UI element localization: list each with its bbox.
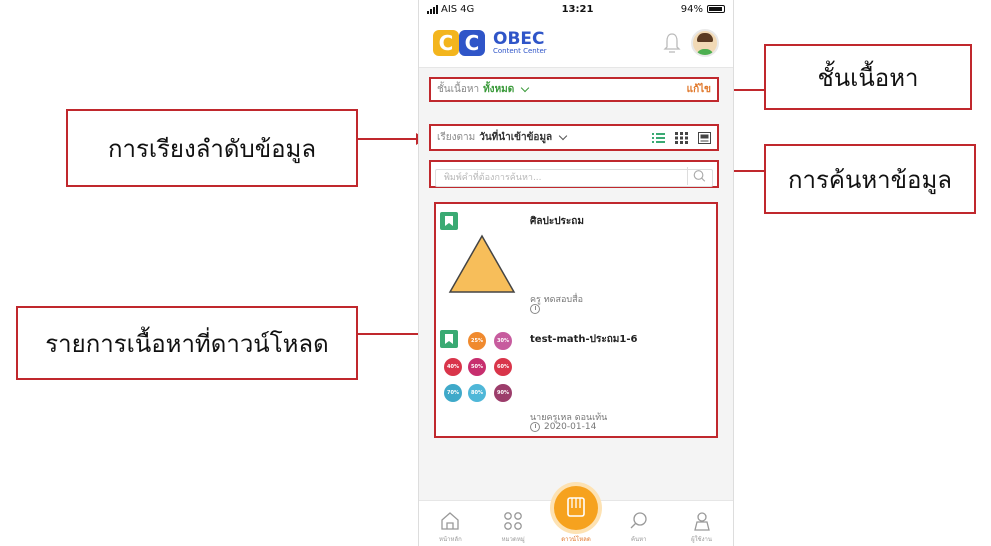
callout-level: ชั้นเนื้อหา [764, 44, 972, 110]
bookmark-icon[interactable] [440, 330, 458, 348]
item-title: ศิลปะประถม [530, 216, 584, 227]
clock-time: 13:21 [561, 3, 594, 15]
list-view-icon[interactable] [652, 132, 665, 144]
user-icon [693, 512, 710, 531]
home-icon [441, 512, 460, 530]
percent-bubble: 25% [468, 332, 486, 350]
level-value[interactable]: ทั้งหมด [483, 82, 514, 97]
item-thumbnail: 25% 30% 40% 50% 60% 70% 80% 90% [440, 330, 520, 416]
status-bar: AIS 4G 13:21 94% [419, 0, 733, 18]
logo-subtitle: Content Center [493, 46, 547, 55]
callout-level-label: ชั้นเนื้อหา [817, 63, 919, 92]
callout-sort: การเรียงลำดับข้อมูล [66, 109, 358, 187]
tab-categories[interactable]: หมวดหมู่ [490, 511, 536, 544]
carrier: AIS [441, 3, 458, 15]
battery-percent: 94% [680, 3, 703, 15]
sort-row[interactable]: เรียงตาม วันที่นำเข้าข้อมูล [429, 124, 719, 151]
percent-bubble: 90% [494, 384, 512, 402]
item-thumbnail [440, 212, 520, 298]
signal-icon [427, 4, 438, 14]
callout-downloads: รายการเนื้อหาที่ดาวน์โหลด [16, 306, 358, 380]
percent-bubble: 30% [494, 332, 512, 350]
tab-label: ดาวน์โหลด [561, 536, 591, 543]
logo-mark-c1: C [433, 29, 459, 56]
clock-icon [530, 422, 540, 432]
callout-sort-arrow [358, 133, 426, 145]
network-type: 4G [460, 3, 475, 15]
app-header: C C OBEC Content Center [419, 18, 733, 68]
chevron-down-icon [558, 131, 568, 141]
tab-label: หมวดหมู่ [501, 536, 525, 543]
list-item[interactable]: 25% 30% 40% 50% 60% 70% 80% 90% test-mat… [436, 324, 716, 438]
callout-sort-label: การเรียงลำดับข้อมูล [107, 134, 317, 163]
percent-bubble: 60% [494, 358, 512, 376]
percent-bubble: 70% [444, 384, 462, 402]
tab-profile[interactable]: ผู้ใช้งาน [679, 511, 725, 544]
logo-title: OBEC [493, 28, 545, 49]
callout-search: การค้นหาข้อมูล [764, 144, 976, 214]
list-item[interactable]: ศิลปะประถม ครู ทดสอบสื่อ [436, 206, 716, 320]
battery-icon [707, 5, 725, 13]
phone-screen: AIS 4G 13:21 94% C C OBEC Content Center… [418, 0, 734, 546]
percent-bubble: 50% [468, 358, 486, 376]
item-title: test-math-ประถม1-6 [530, 334, 638, 345]
bookmark-icon[interactable] [440, 212, 458, 230]
bell-icon[interactable] [663, 32, 681, 54]
avatar[interactable] [691, 28, 719, 57]
tab-label: หน้าหลัก [439, 536, 462, 543]
search-icon [630, 512, 647, 529]
app-logo[interactable]: C C OBEC Content Center [433, 28, 547, 56]
callout-downloads-label: รายการเนื้อหาที่ดาวน์โหลด [45, 329, 329, 358]
tab-search[interactable]: ค้นหา [616, 511, 662, 544]
category-icon [504, 512, 523, 530]
tab-downloads[interactable]: ดาวน์โหลด [553, 486, 599, 544]
search-input[interactable] [435, 169, 713, 187]
level-filter-row[interactable]: ชั้นเนื้อหา ทั้งหมด แก้ไข [429, 77, 719, 102]
download-box-icon [553, 486, 598, 530]
clock-icon [530, 304, 540, 314]
search-icon[interactable] [687, 167, 711, 185]
callout-search-label: การค้นหาข้อมูล [787, 165, 952, 194]
search-row [429, 160, 719, 188]
percent-bubble: 40% [444, 358, 462, 376]
item-date: 2020-01-14 [544, 422, 597, 432]
logo-mark-c2: C [459, 29, 485, 56]
sort-label: เรียงตาม [437, 132, 476, 143]
edit-level-button[interactable]: แก้ไข [687, 82, 711, 97]
tab-label: ผู้ใช้งาน [691, 536, 713, 543]
grid-view-icon[interactable] [675, 131, 688, 144]
percent-bubble: 80% [468, 384, 486, 402]
chevron-down-icon [521, 83, 530, 93]
bottom-tab-bar: หน้าหลัก หมวดหมู่ ดาวน์โหลด ค้นหา ผู้ใช้… [419, 486, 733, 546]
download-list: ศิลปะประถม ครู ทดสอบสื่อ 25% 30% 40% 50%… [434, 202, 718, 438]
card-view-icon[interactable] [698, 131, 711, 144]
tab-home[interactable]: หน้าหลัก [427, 511, 473, 544]
tab-label: ค้นหา [631, 536, 647, 543]
level-label: ชั้นเนื้อหา [437, 84, 480, 95]
sort-value[interactable]: วันที่นำเข้าข้อมูล [479, 130, 552, 145]
